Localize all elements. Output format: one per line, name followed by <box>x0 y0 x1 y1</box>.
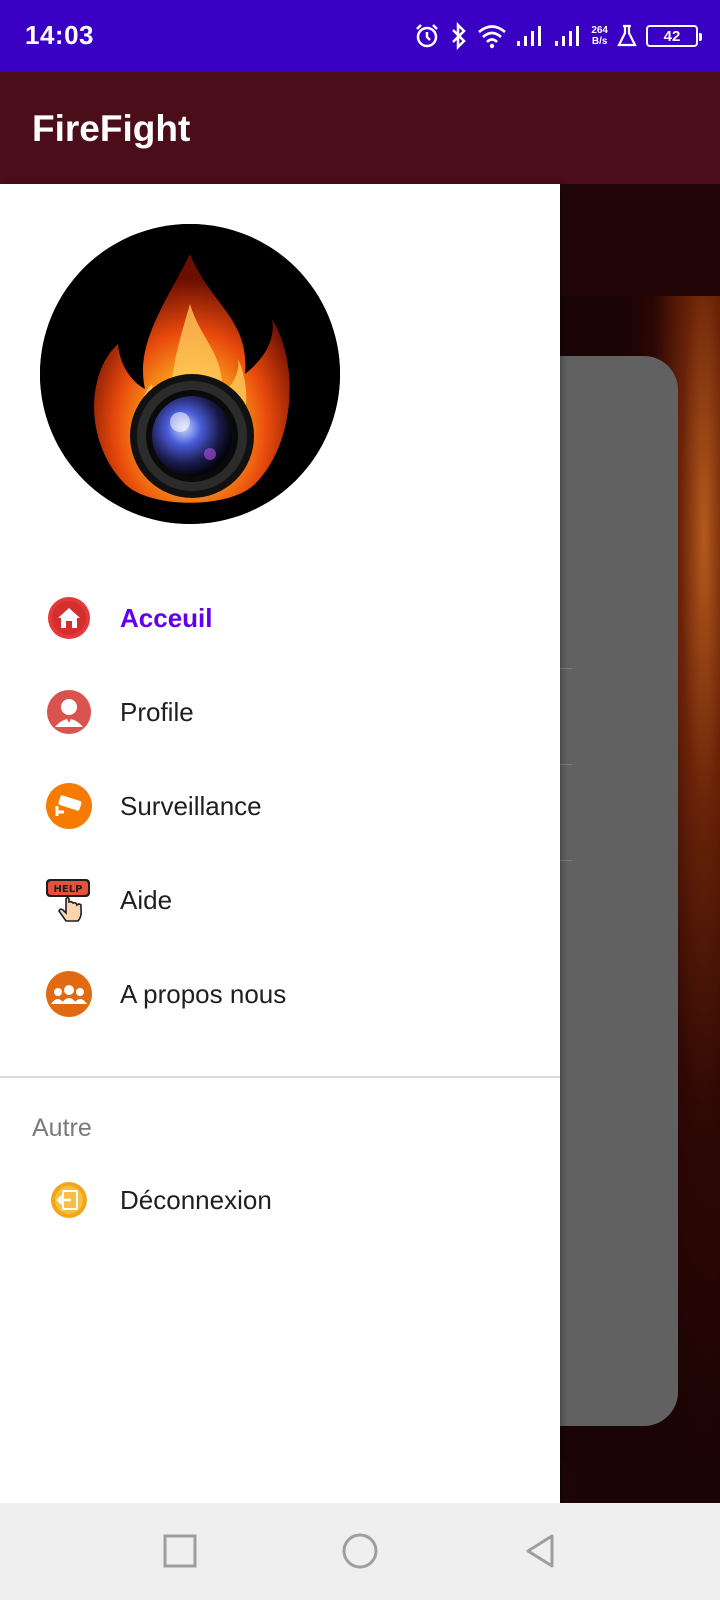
back-button[interactable] <box>520 1531 560 1571</box>
drawer-divider <box>0 1076 560 1078</box>
cctv-camera-icon <box>44 781 94 831</box>
background-divider <box>560 764 572 765</box>
help-icon: HELP <box>44 875 94 925</box>
drawer-item-label: Profile <box>120 696 194 727</box>
drawer-item-deconnexion[interactable]: Déconnexion <box>0 1152 560 1248</box>
drawer-item-acceuil[interactable]: Acceuil <box>0 570 560 666</box>
home-button[interactable] <box>340 1531 380 1571</box>
background-divider <box>560 860 572 861</box>
profile-icon <box>44 687 94 737</box>
flask-icon <box>617 24 637 47</box>
drawer-item-surveillance[interactable]: Surveillance <box>0 758 560 854</box>
drawer-item-label: Déconnexion <box>120 1184 272 1215</box>
drawer-item-aide[interactable]: HELP Aide <box>0 852 560 948</box>
drawer-item-label: Acceuil <box>120 602 213 633</box>
background-header <box>560 184 720 296</box>
battery-icon: 42 <box>646 25 702 47</box>
alarm-icon <box>416 24 439 48</box>
recents-button[interactable] <box>160 1531 200 1571</box>
background-content <box>560 184 720 1503</box>
bluetooth-icon <box>452 22 467 50</box>
logout-icon <box>44 1175 94 1225</box>
system-navigation-bar <box>0 1503 720 1600</box>
background-card <box>560 356 678 1503</box>
drawer-item-label: Surveillance <box>120 790 262 821</box>
net-speed-value: 264 <box>591 25 608 36</box>
status-icons: 264 B/s 42 <box>413 18 702 54</box>
battery-level: 42 <box>663 27 681 45</box>
svg-text:HELP: HELP <box>54 884 83 895</box>
drawer-item-label: A propos nous <box>120 978 287 1009</box>
background-divider <box>560 668 572 669</box>
drawer-item-a-propos[interactable]: A propos nous <box>0 946 560 1042</box>
status-time: 14:03 <box>25 20 94 50</box>
net-speed-unit: B/s <box>591 36 608 47</box>
app-title: FireFight <box>32 108 191 149</box>
net-speed: 264 B/s <box>591 25 608 47</box>
app-bar: FireFight <box>0 72 720 184</box>
section-header-autre: Autre <box>32 1114 92 1142</box>
signal-icon <box>555 26 580 46</box>
group-icon <box>44 969 94 1019</box>
home-icon <box>44 593 94 643</box>
status-bar: 14:03 264 B/s 42 <box>0 0 720 72</box>
drawer-item-profile[interactable]: Profile <box>0 664 560 760</box>
drawer-item-label: Aide <box>120 884 173 915</box>
fire-camera-logo <box>40 224 340 524</box>
signal-icon <box>517 26 542 46</box>
navigation-drawer: Acceuil Profile Surveillance HELP Aide A… <box>0 184 560 1503</box>
background-button <box>560 1448 572 1503</box>
wifi-icon <box>478 25 507 49</box>
